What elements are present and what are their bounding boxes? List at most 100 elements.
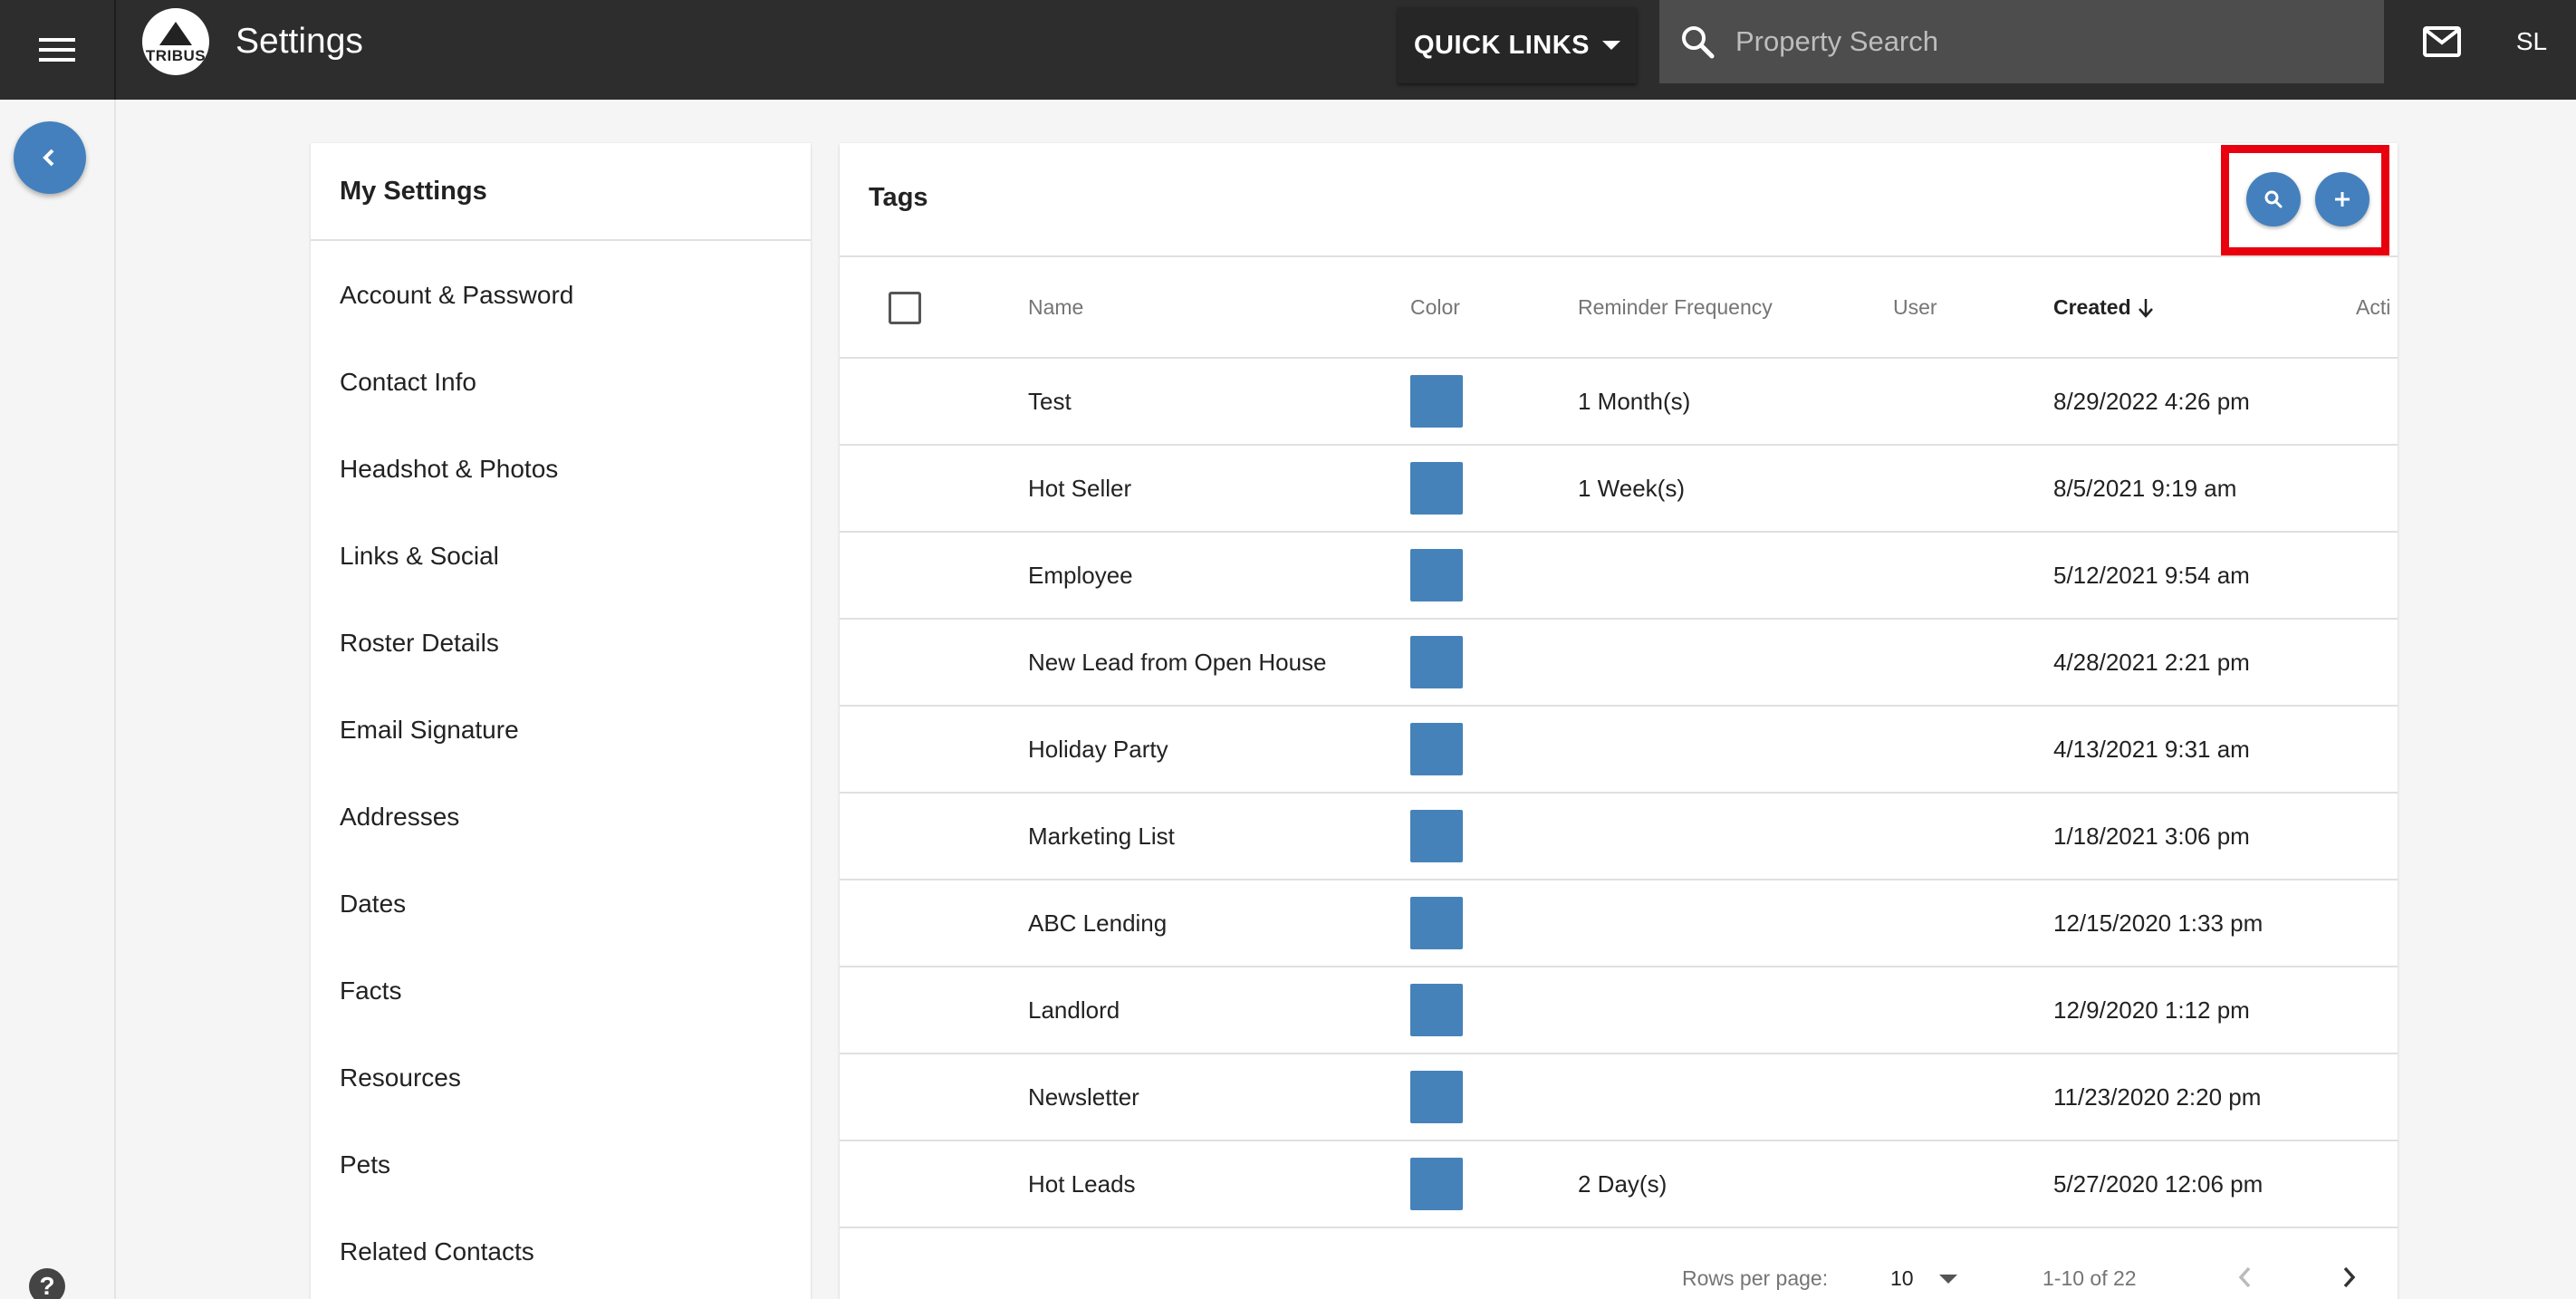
logo-text: TRIBUS bbox=[145, 47, 207, 64]
column-header-created[interactable]: Created bbox=[2053, 295, 2155, 320]
color-swatch bbox=[1410, 810, 1463, 862]
tag-created: 8/29/2022 4:26 pm bbox=[2053, 388, 2250, 415]
tag-created: 4/28/2021 2:21 pm bbox=[2053, 649, 2250, 676]
settings-item[interactable]: Addresses bbox=[311, 774, 811, 861]
tag-name: Employee bbox=[1028, 562, 1133, 589]
color-swatch bbox=[1410, 1071, 1463, 1123]
tags-table-body: Test 1 Month(s) 8/29/2022 4:26 pm Hot Se… bbox=[840, 359, 2398, 1228]
user-avatar[interactable]: SL bbox=[2500, 14, 2563, 69]
settings-heading: My Settings bbox=[311, 143, 811, 241]
quick-links-button[interactable]: QUICK LINKS bbox=[1398, 7, 1637, 83]
arrow-down-icon bbox=[2138, 298, 2153, 318]
settings-nav-list: Account & Password Contact Info Headshot… bbox=[311, 241, 811, 1295]
hamburger-icon bbox=[39, 38, 75, 62]
tag-created: 8/5/2021 9:19 am bbox=[2053, 475, 2237, 502]
tag-name: Test bbox=[1028, 388, 1072, 415]
settings-item[interactable]: Facts bbox=[311, 948, 811, 1034]
color-swatch bbox=[1410, 462, 1463, 515]
settings-item[interactable]: Email Signature bbox=[311, 687, 811, 774]
tag-name: ABC Lending bbox=[1028, 909, 1168, 937]
settings-item[interactable]: Dates bbox=[311, 861, 811, 948]
search-tags-button[interactable] bbox=[2246, 172, 2301, 226]
settings-item[interactable]: Links & Social bbox=[311, 513, 811, 600]
tag-created: 5/12/2021 9:54 am bbox=[2053, 562, 2250, 589]
color-swatch bbox=[1410, 549, 1463, 601]
settings-item[interactable]: Headshot & Photos bbox=[311, 426, 811, 513]
settings-item[interactable]: Roster Details bbox=[311, 600, 811, 687]
previous-page-button[interactable] bbox=[2235, 1265, 2256, 1295]
color-swatch bbox=[1410, 636, 1463, 688]
column-header-name[interactable]: Name bbox=[1028, 295, 1083, 320]
color-swatch bbox=[1410, 897, 1463, 949]
tag-name: New Lead from Open House bbox=[1028, 649, 1327, 676]
pagination-range: 1-10 of 22 bbox=[2043, 1266, 2137, 1290]
rows-per-page-value: 10 bbox=[1890, 1266, 1914, 1290]
caret-down-icon bbox=[1602, 41, 1620, 50]
plus-icon bbox=[2335, 192, 2350, 207]
caret-down-icon bbox=[1938, 1274, 1957, 1284]
color-swatch bbox=[1410, 375, 1463, 428]
table-row[interactable]: Newsletter 11/23/2020 2:20 pm bbox=[840, 1054, 2398, 1141]
color-swatch bbox=[1410, 1158, 1463, 1210]
tag-created: 1/18/2021 3:06 pm bbox=[2053, 823, 2250, 850]
tag-created: 11/23/2020 2:20 pm bbox=[2053, 1083, 2262, 1111]
select-all-checkbox[interactable] bbox=[889, 292, 921, 324]
column-header-reminder[interactable]: Reminder Frequency bbox=[1578, 295, 1773, 320]
tag-name: Marketing List bbox=[1028, 823, 1175, 850]
tag-created: 5/27/2020 12:06 pm bbox=[2053, 1170, 2264, 1198]
tag-name: Landlord bbox=[1028, 996, 1120, 1024]
property-search-input[interactable] bbox=[1735, 25, 2360, 58]
add-tag-button[interactable] bbox=[2315, 172, 2369, 226]
tribus-logo[interactable]: TRIBUS bbox=[142, 8, 209, 75]
tag-reminder: 2 Day(s) bbox=[1578, 1170, 1668, 1198]
tags-card: Tags Name Color Reminder Frequency User … bbox=[840, 143, 2398, 1299]
settings-item[interactable]: Account & Password bbox=[311, 252, 811, 339]
tag-name: Newsletter bbox=[1028, 1083, 1139, 1111]
tag-created: 12/15/2020 1:33 pm bbox=[2053, 909, 2264, 937]
mail-icon bbox=[2423, 26, 2461, 57]
table-row[interactable]: ABC Lending 12/15/2020 1:33 pm bbox=[840, 880, 2398, 967]
search-icon bbox=[2264, 190, 2283, 208]
column-header-color[interactable]: Color bbox=[1410, 295, 1460, 320]
collapse-button[interactable] bbox=[14, 121, 86, 194]
tag-created: 12/9/2020 1:12 pm bbox=[2053, 996, 2250, 1024]
hamburger-menu-button[interactable] bbox=[0, 0, 116, 100]
table-row[interactable]: New Lead from Open House 4/28/2021 2:21 … bbox=[840, 620, 2398, 707]
tag-name: Hot Leads bbox=[1028, 1170, 1136, 1198]
logo-triangle-icon bbox=[159, 22, 192, 45]
table-row[interactable]: Holiday Party 4/13/2021 9:31 am bbox=[840, 707, 2398, 794]
column-header-created-label: Created bbox=[2053, 295, 2131, 319]
tag-name: Holiday Party bbox=[1028, 736, 1168, 763]
settings-item[interactable]: Contact Info bbox=[311, 339, 811, 426]
settings-item[interactable]: Pets bbox=[311, 1121, 811, 1208]
table-row[interactable]: Landlord 12/9/2020 1:12 pm bbox=[840, 967, 2398, 1054]
tag-reminder: 1 Month(s) bbox=[1578, 388, 1691, 415]
settings-item[interactable]: Resources bbox=[311, 1034, 811, 1121]
tags-title: Tags bbox=[869, 183, 928, 212]
rows-per-page-label: Rows per page: bbox=[1682, 1266, 1829, 1290]
color-swatch bbox=[1410, 984, 1463, 1036]
table-row[interactable]: Test 1 Month(s) 8/29/2022 4:26 pm bbox=[840, 359, 2398, 446]
left-rail bbox=[0, 100, 116, 1299]
table-row[interactable]: Marketing List 1/18/2021 3:06 pm bbox=[840, 794, 2398, 880]
table-row[interactable]: Hot Seller 1 Week(s) 8/5/2021 9:19 am bbox=[840, 446, 2398, 533]
color-swatch bbox=[1410, 723, 1463, 775]
rows-per-page-select[interactable]: 10 bbox=[1890, 1266, 1957, 1291]
tags-header: Tags bbox=[840, 143, 2398, 257]
table-row[interactable]: Hot Leads 2 Day(s) 5/27/2020 12:06 pm bbox=[840, 1141, 2398, 1228]
help-icon[interactable]: ? bbox=[29, 1268, 65, 1299]
search-icon bbox=[1659, 24, 1735, 60]
table-row[interactable]: Employee 5/12/2021 9:54 am bbox=[840, 533, 2398, 620]
settings-item[interactable]: Related Contacts bbox=[311, 1208, 811, 1295]
next-page-button[interactable] bbox=[2338, 1265, 2360, 1295]
chevron-left-icon bbox=[43, 149, 54, 167]
chevron-right-icon bbox=[2343, 1266, 2356, 1288]
column-header-user[interactable]: User bbox=[1893, 295, 1937, 320]
page-title: Settings bbox=[235, 22, 363, 61]
table-header-row: Name Color Reminder Frequency User Creat… bbox=[840, 257, 2398, 359]
property-search-bar[interactable] bbox=[1659, 0, 2384, 83]
settings-nav-card: My Settings Account & Password Contact I… bbox=[311, 143, 811, 1299]
tag-reminder: 1 Week(s) bbox=[1578, 475, 1685, 502]
quick-links-label: QUICK LINKS bbox=[1414, 30, 1590, 60]
mail-button[interactable] bbox=[2418, 22, 2465, 62]
